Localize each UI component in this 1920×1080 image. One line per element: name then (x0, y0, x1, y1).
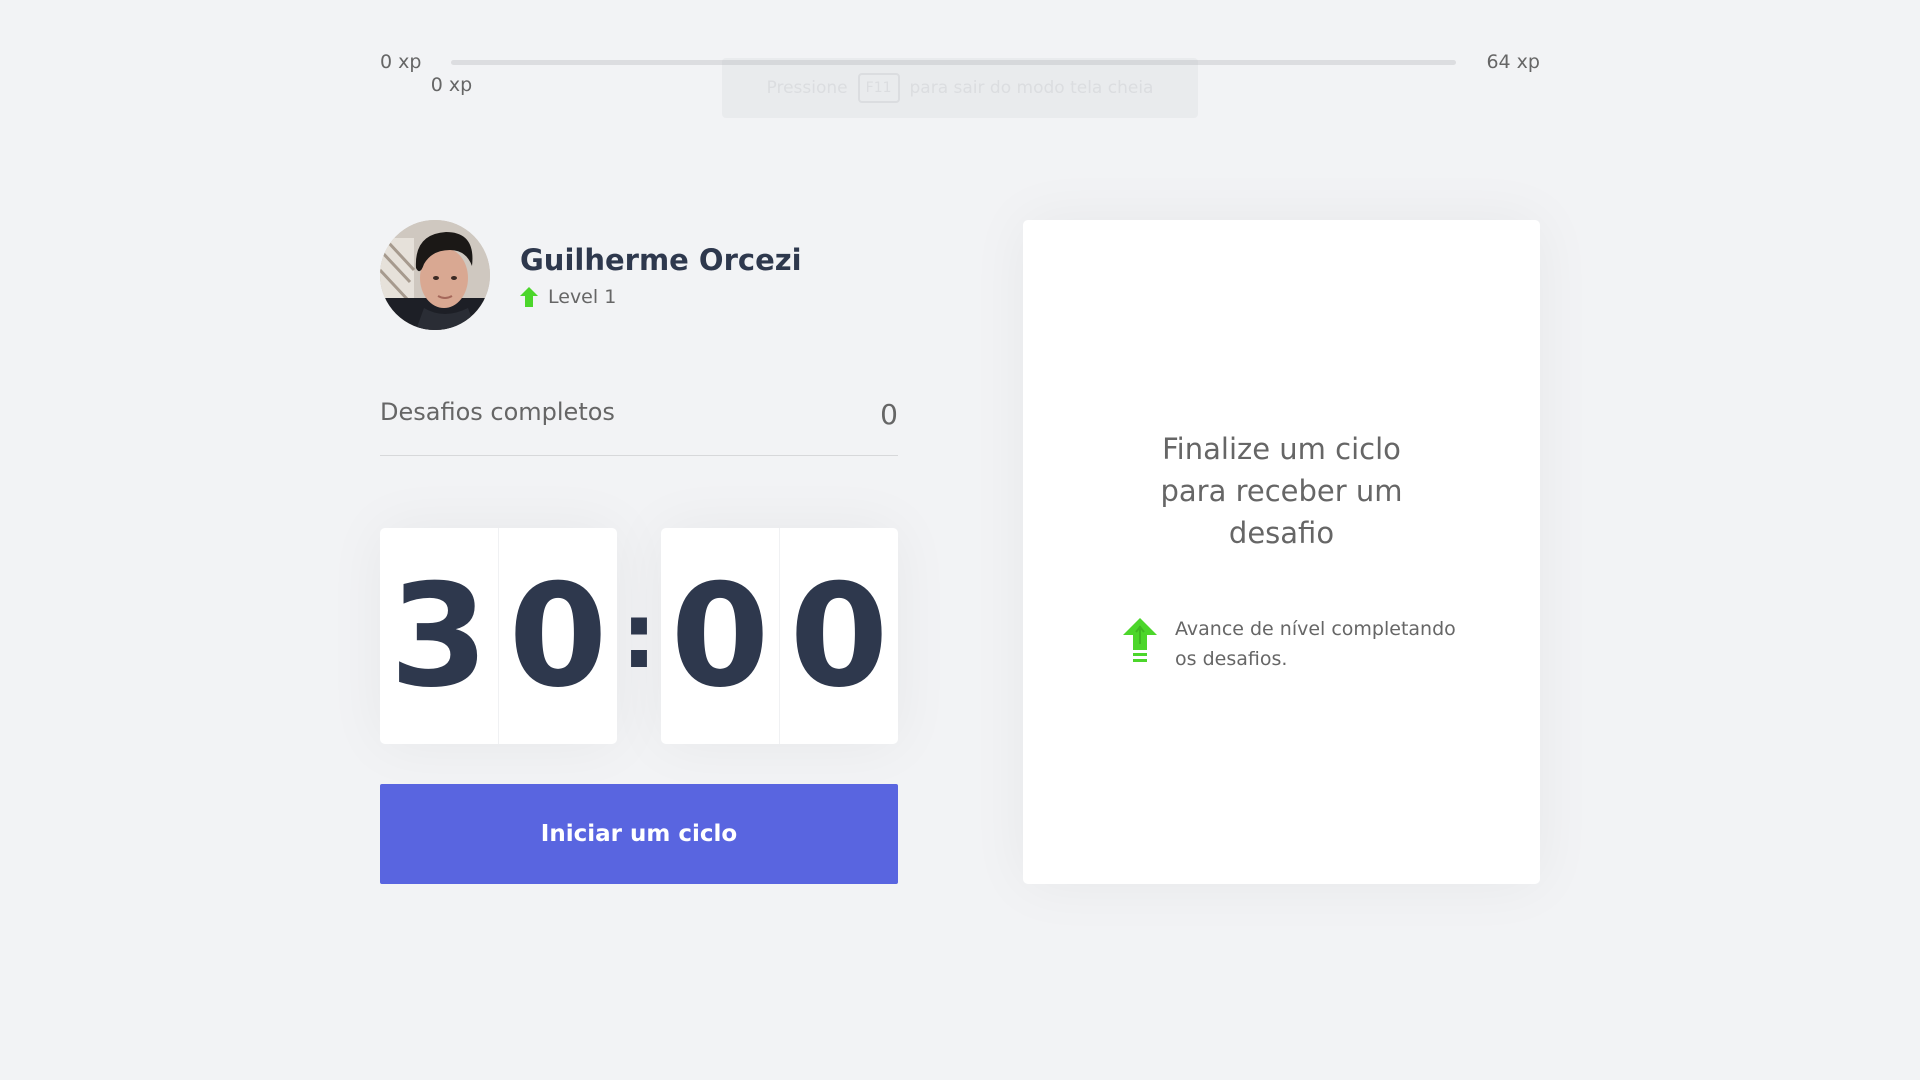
xp-min-label: 0 xp (380, 51, 422, 73)
avatar (380, 220, 490, 330)
countdown-minutes: 3 0 (380, 528, 617, 744)
level-up-arrow-icon (520, 287, 538, 307)
minutes-tens-digit: 3 (380, 528, 499, 744)
xp-max-label: 64 xp (1486, 51, 1540, 73)
current-experience-label: 0 xp (430, 73, 473, 96)
fullscreen-hint-prefix: Pressione (766, 78, 848, 98)
fullscreen-exit-hint: Pressione F11 para sair do modo tela che… (722, 58, 1198, 118)
completed-challenges: Desafios completos 0 (380, 398, 898, 456)
profile: Guilherme Orcezi Level 1 (380, 220, 900, 330)
countdown-seconds: 0 0 (661, 528, 898, 744)
countdown-separator: : (621, 583, 657, 689)
minutes-ones-digit: 0 (508, 553, 608, 719)
seconds-tens-digit: 0 (661, 528, 780, 744)
profile-name: Guilherme Orcezi (520, 243, 802, 277)
profile-level: Level 1 (520, 286, 802, 308)
challenge-box-hint: Avance de nível completando os desafios. (1123, 614, 1463, 674)
countdown-timer: 3 0 : 0 0 (380, 528, 898, 744)
completed-challenges-count: 0 (880, 398, 898, 431)
avatar-image (380, 220, 490, 330)
fullscreen-hint-suffix: para sair do modo tela cheia (909, 78, 1154, 98)
challenge-box-title: Finalize um ciclo para receber um desafi… (1160, 432, 1403, 550)
profile-level-text: Level 1 (548, 286, 617, 308)
start-cycle-button[interactable]: Iniciar um ciclo (380, 784, 898, 884)
fullscreen-hint-key: F11 (857, 73, 900, 103)
level-up-icon (1123, 618, 1157, 662)
challenge-box: Finalize um ciclo para receber um desafi… (1023, 220, 1540, 884)
app-page: 0 xp 0 xp 64 xp Pressione F11 para sair … (0, 0, 1920, 1080)
challenge-box-hint-text: Avance de nível completando os desafios. (1175, 618, 1456, 670)
seconds-ones-digit: 0 (789, 553, 889, 719)
completed-challenges-label: Desafios completos (380, 398, 615, 426)
profile-info: Guilherme Orcezi Level 1 (520, 242, 802, 308)
